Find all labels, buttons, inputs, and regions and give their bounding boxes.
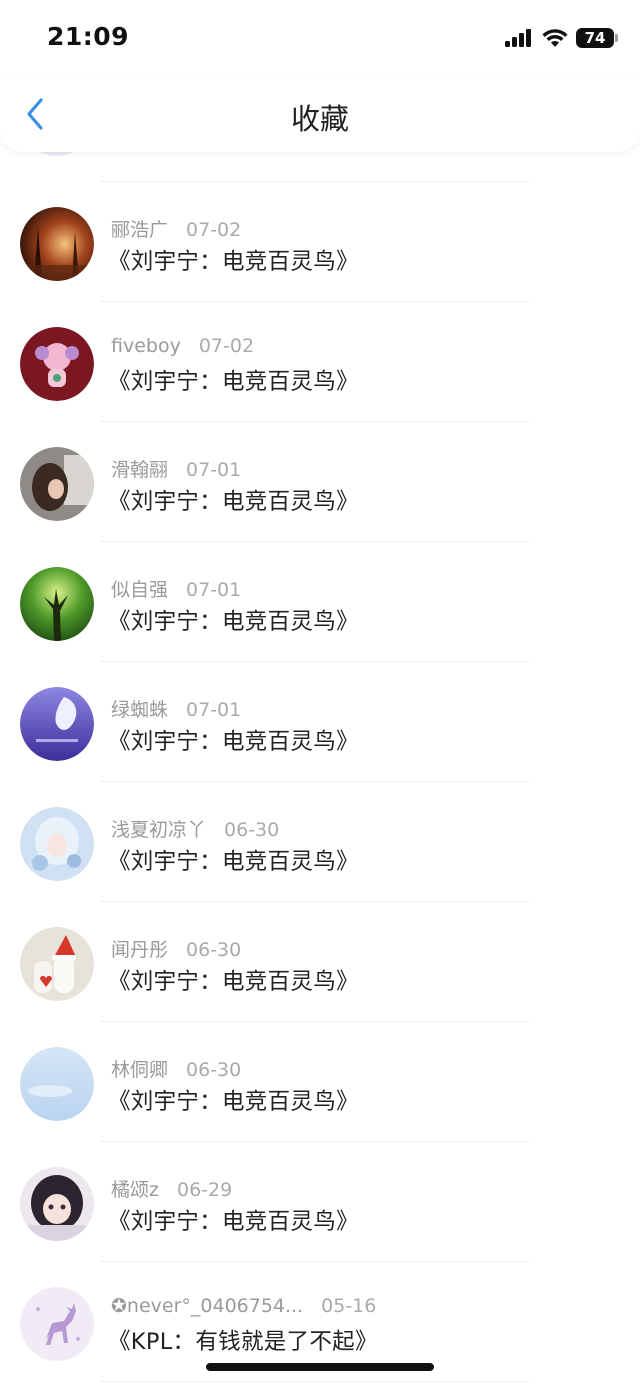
status-icons: 74 — [504, 24, 618, 52]
cellular-signal-icon — [505, 29, 531, 47]
avatar — [20, 207, 94, 281]
username: fiveboy — [111, 335, 181, 357]
item-meta: 浅夏初凉丫 06-30 — [111, 815, 279, 842]
username: 似自强 — [111, 579, 169, 601]
divider — [100, 1381, 530, 1382]
item-title: 《刘宇宁：电竞百灵鸟》 — [108, 1089, 359, 1115]
list-item[interactable]: fiveboy 07-02 《刘宇宁：电竞百灵鸟》 — [0, 302, 640, 422]
item-title: 《刘宇宁：电竞百灵鸟》 — [108, 489, 359, 515]
list-item[interactable]: 似自强 07-01 《刘宇宁：电竞百灵鸟》 — [0, 542, 640, 662]
avatar — [20, 1047, 94, 1121]
item-title: 《刘宇宁：电竞百灵鸟》 — [108, 369, 359, 395]
anime-dark-hair-avatar-icon — [20, 1167, 94, 1241]
home-indicator — [206, 1363, 434, 1371]
sky-avatar-icon — [20, 1047, 94, 1121]
username: 绿蜘蛛 — [111, 699, 169, 721]
username: ✪never°_0406754... — [111, 1295, 304, 1317]
list-item[interactable]: 郦浩广 07-02 《刘宇宁：电竞百灵鸟》 — [0, 182, 640, 302]
battery-level: 74 — [584, 29, 606, 47]
girl-photo-avatar-icon — [20, 447, 94, 521]
list-item[interactable]: 林侗卿 06-30 《刘宇宁：电竞百灵鸟》 — [0, 1022, 640, 1142]
username: 橘颂z — [111, 1179, 159, 1201]
avatar — [20, 327, 94, 401]
purple-figure-avatar-icon — [20, 687, 94, 761]
avatar — [20, 567, 94, 641]
list-item[interactable]: 绿蜘蛛 07-01 《刘宇宁：电竞百灵鸟》 — [0, 662, 640, 782]
anime-girl-avatar-icon — [20, 807, 94, 881]
username: 闻丹彤 — [111, 939, 169, 961]
item-meta: 郦浩广 07-02 — [111, 215, 241, 242]
favorites-list: 郦浩广 07-02 《刘宇宁：电竞百灵鸟》 fiveboy 07-02 《刘宇宁：电… — [0, 82, 640, 1382]
list-item[interactable]: 橘颂z 06-29 《刘宇宁：电竞百灵鸟》 — [0, 1142, 640, 1262]
username: 滑翰翮 — [111, 459, 169, 481]
avatar — [20, 447, 94, 521]
date: 05-16 — [321, 1295, 377, 1317]
date: 06-30 — [186, 1059, 242, 1081]
item-meta: 滑翰翮 07-01 — [111, 455, 241, 482]
cartoon-ram-avatar-icon — [20, 327, 94, 401]
username: 郦浩广 — [111, 219, 169, 241]
item-title: 《刘宇宁：电竞百灵鸟》 — [108, 1209, 359, 1235]
item-title: 《刘宇宁：电竞百灵鸟》 — [108, 969, 359, 995]
date: 06-30 — [224, 819, 280, 841]
snowman-hat-avatar-icon — [20, 927, 94, 1001]
item-meta: 绿蜘蛛 07-01 — [111, 695, 241, 722]
item-meta: 似自强 07-01 — [111, 575, 241, 602]
username: 浅夏初凉丫 — [111, 819, 207, 841]
item-title: 《KPL：有钱就是了不起》 — [108, 1329, 378, 1355]
date: 07-02 — [186, 219, 242, 241]
date: 07-02 — [198, 335, 255, 357]
item-title: 《刘宇宁：电竞百灵鸟》 — [108, 609, 359, 635]
date: 07-01 — [186, 579, 242, 601]
item-meta: 闻丹彤 06-30 — [111, 935, 241, 962]
item-title: 《刘宇宁：电竞百灵鸟》 — [108, 249, 359, 275]
page-title: 收藏 — [290, 102, 349, 136]
green-tree-avatar-icon — [20, 567, 94, 641]
avatar — [20, 807, 94, 881]
item-meta: 橘颂z 06-29 — [111, 1175, 232, 1202]
item-title: 《刘宇宁：电竞百灵鸟》 — [108, 729, 359, 755]
battery-icon: 74 — [576, 28, 618, 48]
avatar — [20, 1167, 94, 1241]
status-bar: 21:09 74 — [0, 0, 640, 76]
item-meta: 林侗卿 06-30 — [111, 1055, 241, 1082]
date: 06-30 — [186, 939, 242, 961]
avatar — [20, 927, 94, 1001]
username: 林侗卿 — [111, 1059, 169, 1081]
avatar — [20, 1287, 94, 1361]
date: 06-29 — [176, 1179, 233, 1201]
list-item[interactable]: 浅夏初凉丫 06-30 《刘宇宁：电竞百灵鸟》 — [0, 782, 640, 902]
item-meta: fiveboy 07-02 — [111, 335, 254, 357]
list-item[interactable]: 滑翰翮 07-01 《刘宇宁：电竞百灵鸟》 — [0, 422, 640, 542]
autumn-forest-avatar-icon — [20, 207, 94, 281]
date: 07-01 — [186, 459, 242, 481]
list-item[interactable]: 闻丹彤 06-30 《刘宇宁：电竞百灵鸟》 — [0, 902, 640, 1022]
date: 07-01 — [186, 699, 242, 721]
item-title: 《刘宇宁：电竞百灵鸟》 — [108, 849, 359, 875]
avatar — [20, 687, 94, 761]
navigation-bar: 收藏 — [0, 76, 640, 152]
status-time: 21:09 — [47, 22, 130, 51]
deer-avatar-icon — [20, 1287, 94, 1361]
wifi-icon — [542, 29, 568, 47]
item-meta: ✪never°_0406754... 05-16 — [111, 1295, 376, 1317]
